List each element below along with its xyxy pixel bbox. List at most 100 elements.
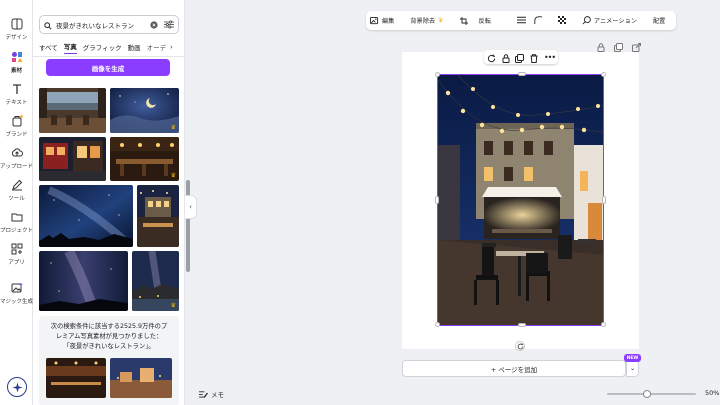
rotate-icon[interactable] bbox=[487, 48, 496, 67]
add-page-dropdown[interactable]: ⌄ bbox=[626, 360, 639, 377]
tab-photos[interactable]: 写真 bbox=[63, 41, 77, 54]
tabs-next-icon[interactable]: › bbox=[170, 43, 173, 51]
tab-audio[interactable]: オーデ bbox=[147, 42, 167, 52]
tab-all[interactable]: すべて bbox=[39, 42, 58, 52]
photo-result-3[interactable] bbox=[39, 137, 106, 181]
context-toolbar: 編集 背景除去 ♛ 反転 アニメーション 配置 bbox=[366, 11, 676, 30]
crop-icon bbox=[459, 16, 468, 25]
photo-result-1[interactable] bbox=[39, 88, 106, 133]
remove-background-button[interactable]: 背景除去 ♛ bbox=[410, 16, 443, 25]
edit-image-button[interactable]: 編集 bbox=[370, 16, 394, 25]
tab-graphics[interactable]: グラフィック bbox=[83, 42, 122, 52]
folder-icon bbox=[10, 210, 24, 224]
rail-label: ブランド bbox=[5, 132, 28, 138]
text-icon bbox=[10, 82, 24, 96]
resize-handle-bottom-right[interactable] bbox=[601, 322, 606, 327]
duplicate-page-icon[interactable] bbox=[614, 37, 623, 52]
magic-media-icon bbox=[10, 281, 24, 295]
transparency-button[interactable] bbox=[557, 15, 566, 26]
premium-crown-icon: ♛ bbox=[438, 17, 444, 24]
elements-icon bbox=[10, 50, 24, 64]
zoom-level[interactable]: 50% bbox=[705, 389, 719, 397]
apps-icon bbox=[10, 242, 24, 256]
search-icon bbox=[44, 15, 52, 34]
zoom-slider-handle[interactable] bbox=[643, 390, 651, 398]
premium-photo-2[interactable] bbox=[110, 358, 172, 398]
corner-rounding-button[interactable] bbox=[534, 15, 542, 26]
share-page-icon[interactable] bbox=[632, 37, 641, 52]
photo-result-8[interactable]: ♛ bbox=[132, 251, 179, 311]
premium-photo-1[interactable] bbox=[46, 358, 106, 398]
content-tabs: すべて 写真 グラフィック 動画 オーデ › bbox=[39, 40, 184, 54]
resize-handle-top[interactable] bbox=[518, 72, 526, 76]
chevron-left-icon: ‹ bbox=[189, 203, 192, 211]
search-box[interactable]: 夜景がきれいなレストラン bbox=[39, 15, 179, 34]
rail-item-text[interactable]: テキスト bbox=[0, 82, 33, 112]
corner-radius-icon bbox=[534, 15, 542, 26]
rail-item-projects[interactable]: プロジェクト bbox=[0, 210, 33, 240]
more-options-icon[interactable]: ••• bbox=[544, 53, 556, 62]
image-edit-icon bbox=[370, 16, 379, 25]
resize-handle-top-left[interactable] bbox=[435, 72, 440, 77]
rail-label: ツール bbox=[8, 196, 25, 202]
photo-result-5[interactable] bbox=[39, 185, 133, 247]
rail-label: デザイン bbox=[5, 35, 28, 41]
rail-label: 素材 bbox=[10, 68, 22, 74]
photo-result-6[interactable] bbox=[137, 185, 179, 247]
premium-crown-icon: ♛ bbox=[170, 172, 176, 179]
photo-result-7[interactable] bbox=[39, 251, 128, 311]
resize-handle-left[interactable] bbox=[435, 196, 439, 204]
element-quick-actions: ••• bbox=[484, 50, 558, 64]
new-badge: NEW bbox=[624, 354, 641, 362]
canva-editor: デザイン 素材 テキスト ブランド アップロード ツール プロジェクト アプリ … bbox=[0, 0, 720, 405]
position-button[interactable]: 配置 bbox=[653, 16, 665, 25]
magic-assistant-button[interactable] bbox=[7, 377, 27, 397]
lock-icon[interactable] bbox=[597, 37, 605, 52]
resize-handle-top-right[interactable] bbox=[601, 72, 606, 77]
restaurant-night-photo[interactable] bbox=[437, 74, 604, 326]
photo-result-2[interactable]: ♛ bbox=[110, 88, 179, 133]
panel-scrollbar[interactable] bbox=[186, 180, 190, 272]
resize-handle-right[interactable] bbox=[602, 196, 606, 204]
add-page-button[interactable]: + ページを追加 bbox=[402, 360, 626, 377]
filter-icon[interactable] bbox=[164, 20, 174, 29]
search-input[interactable]: 夜景がきれいなレストラン bbox=[56, 20, 150, 30]
line-weight-icon bbox=[516, 16, 526, 26]
draw-icon bbox=[10, 178, 24, 192]
notes-button[interactable]: メモ bbox=[199, 389, 224, 399]
animate-button[interactable]: アニメーション bbox=[582, 16, 637, 25]
photo-result-4[interactable]: ♛ bbox=[110, 137, 179, 181]
zoom-slider-track[interactable] bbox=[607, 393, 696, 395]
elements-panel: 夜景がきれいなレストラン すべて 写真 グラフィック 動画 オーデ › 画像を生… bbox=[33, 0, 185, 405]
rail-label: テキスト bbox=[5, 100, 28, 106]
transparency-icon bbox=[557, 15, 566, 26]
premium-info-box: 次の検索条件に該当する2525.9万件のプ レミアム写真素材が見つかりました： … bbox=[39, 316, 179, 405]
sparkle-icon bbox=[11, 378, 23, 397]
rail-item-elements[interactable]: 素材 bbox=[0, 50, 33, 80]
rotate-handle[interactable] bbox=[515, 341, 525, 351]
rail-item-brand[interactable]: ブランド bbox=[0, 114, 33, 144]
rail-item-apps[interactable]: アプリ bbox=[0, 242, 33, 272]
upload-icon bbox=[10, 146, 24, 160]
lock-element-icon[interactable] bbox=[502, 48, 510, 67]
animate-icon bbox=[582, 16, 591, 25]
brand-icon bbox=[10, 114, 24, 128]
resize-handle-bottom[interactable] bbox=[518, 323, 526, 327]
generate-image-button[interactable]: 画像を生成 bbox=[46, 59, 170, 76]
flip-button[interactable]: 反転 bbox=[479, 16, 491, 25]
rail-item-draw[interactable]: ツール bbox=[0, 178, 33, 208]
premium-info-text: 次の検索条件に該当する2525.9万件のプ レミアム写真素材が見つかりました： … bbox=[50, 323, 168, 350]
rail-item-uploads[interactable]: アップロード bbox=[0, 146, 33, 176]
border-style-button[interactable] bbox=[516, 16, 526, 26]
delete-icon[interactable] bbox=[530, 48, 538, 67]
crop-button[interactable] bbox=[459, 16, 471, 25]
collapse-panel-button[interactable]: ‹ bbox=[185, 195, 197, 219]
clear-icon[interactable] bbox=[150, 20, 158, 29]
resize-handle-bottom-left[interactable] bbox=[435, 322, 440, 327]
chevron-down-icon: ⌄ bbox=[629, 365, 636, 372]
duplicate-element-icon[interactable] bbox=[515, 48, 525, 67]
rail-item-magic-media[interactable]: マジック生成 bbox=[0, 281, 33, 311]
rail-item-design[interactable]: デザイン bbox=[0, 17, 33, 47]
tab-videos[interactable]: 動画 bbox=[128, 42, 141, 52]
left-rail: デザイン 素材 テキスト ブランド アップロード ツール プロジェクト アプリ … bbox=[0, 0, 33, 405]
